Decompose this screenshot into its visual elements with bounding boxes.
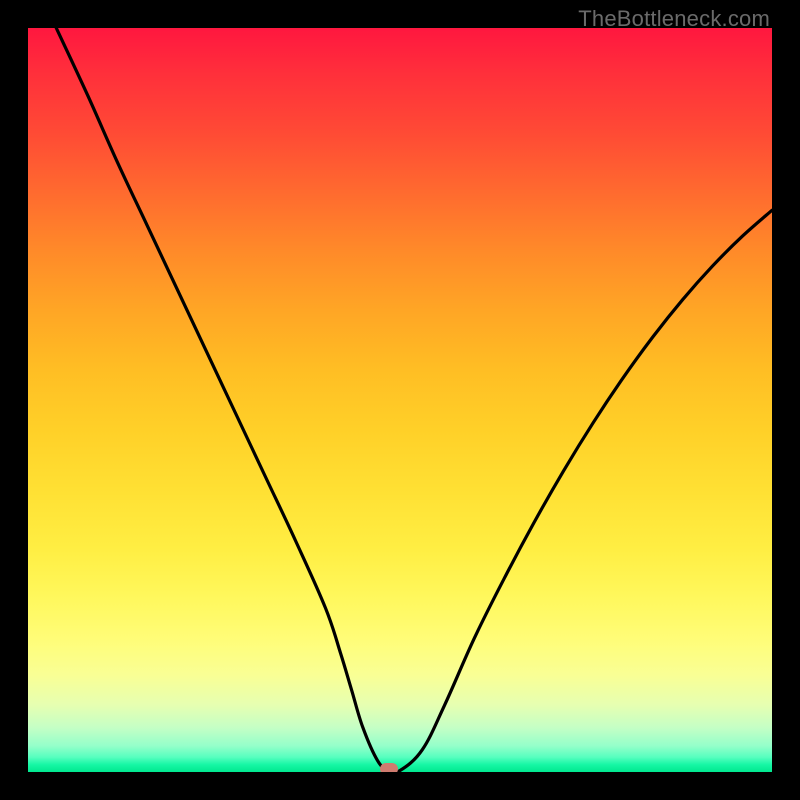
plot-area [28, 28, 772, 772]
minimum-marker [380, 763, 398, 772]
attribution-text: TheBottleneck.com [578, 6, 770, 32]
bottleneck-curve [28, 28, 772, 772]
chart-frame: TheBottleneck.com [0, 0, 800, 800]
